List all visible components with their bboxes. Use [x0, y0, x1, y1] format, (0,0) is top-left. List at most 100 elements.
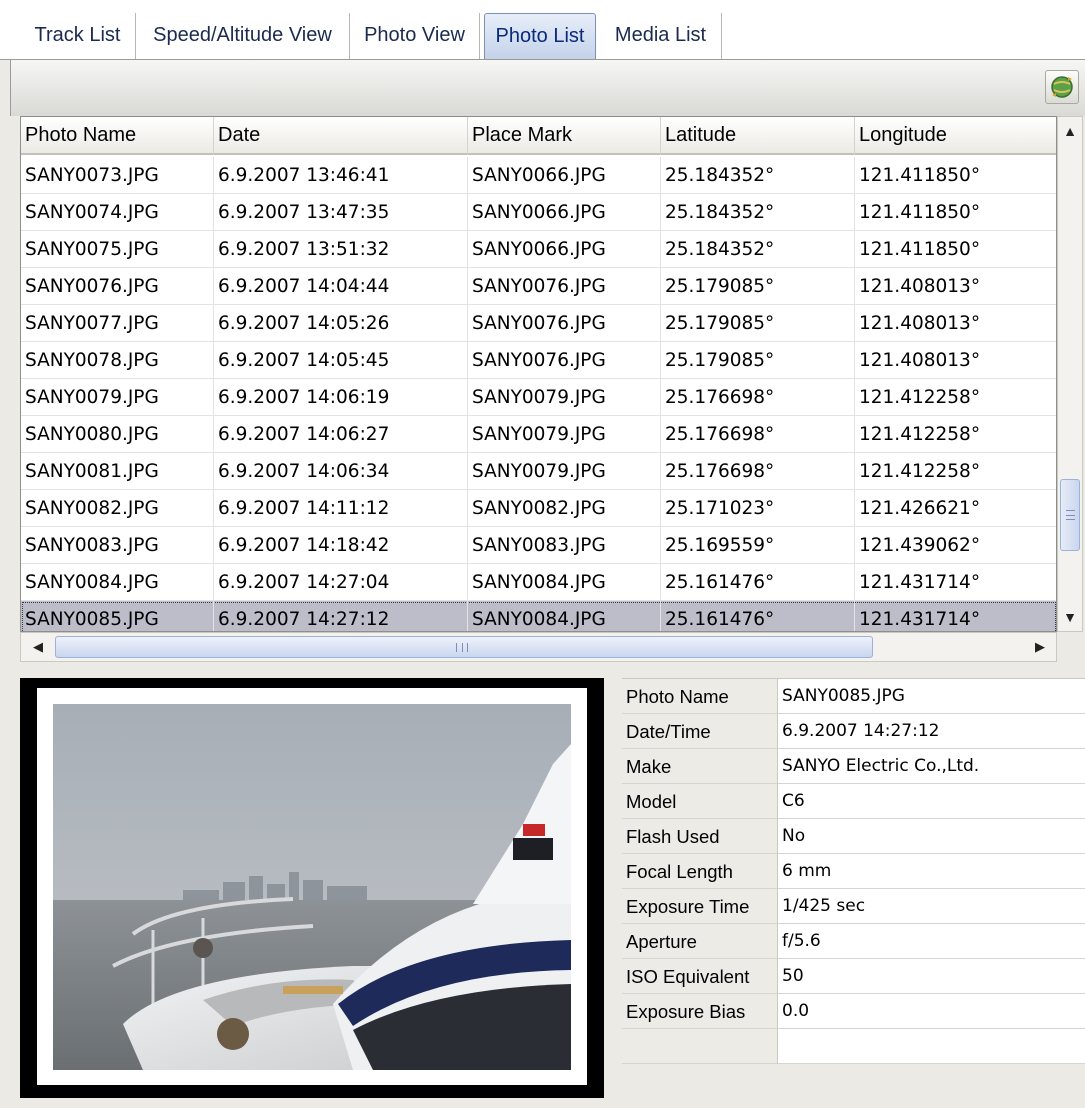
cell-date: 6.9.2007 13:46:41 [214, 157, 468, 194]
table-row[interactable]: SANY0082.JPG 6.9.2007 14:11:12 SANY0082.JP… [21, 490, 1056, 527]
cell-place-mark: SANY0076.JPG [468, 268, 661, 305]
column-header-longitude[interactable]: Longitude [855, 117, 1056, 155]
table-header: Photo Name Date Place Mark Latitude Long… [21, 117, 1056, 155]
table-row[interactable]: SANY0079.JPG 6.9.2007 14:06:19 SANY0079.JP… [21, 379, 1056, 416]
photo-thumbnail [53, 704, 571, 1070]
column-header-photo-name[interactable]: Photo Name [21, 117, 214, 155]
detail-label [622, 1029, 778, 1064]
column-header-latitude[interactable]: Latitude [661, 117, 855, 155]
table-row[interactable]: SANY0075.JPG 6.9.2007 13:51:32 SANY0066.JP… [21, 231, 1056, 268]
detail-row: ISO Equivalent 50 [622, 959, 1085, 994]
column-header-place-mark[interactable]: Place Mark [468, 117, 661, 155]
scroll-left-icon[interactable]: ◀ [25, 635, 51, 659]
detail-label: Model [622, 784, 778, 819]
cell-place-mark: SANY0066.JPG [468, 231, 661, 268]
cell-longitude: 121.408013° [855, 268, 1056, 305]
vertical-scrollbar[interactable]: ▲ ▼ [1057, 116, 1083, 632]
tab-media-list[interactable]: Media List [600, 13, 722, 59]
detail-label: Flash Used [622, 819, 778, 854]
detail-value: SANYO Electric Co.,Ltd. [778, 749, 1085, 784]
horizontal-scroll-thumb[interactable] [55, 636, 873, 658]
detail-row: Date/Time 6.9.2007 14:27:12 [622, 714, 1085, 749]
cell-photo-name: SANY0075.JPG [21, 231, 214, 268]
table-row[interactable]: SANY0077.JPG 6.9.2007 14:05:26 SANY0076.JP… [21, 305, 1056, 342]
cell-longitude: 121.439062° [855, 527, 1056, 564]
globe-refresh-icon [1051, 76, 1073, 98]
cell-latitude: 25.179085° [661, 342, 855, 379]
detail-value: C6 [778, 784, 1085, 819]
table-row[interactable]: SANY0078.JPG 6.9.2007 14:05:45 SANY0076.JP… [21, 342, 1056, 379]
table-row[interactable]: SANY0076.JPG 6.9.2007 14:04:44 SANY0076.JP… [21, 268, 1056, 305]
detail-value [778, 1029, 1085, 1064]
detail-label: Photo Name [622, 679, 778, 714]
cell-photo-name: SANY0084.JPG [21, 564, 214, 601]
tab-speed-altitude-view[interactable]: Speed/Altitude View [136, 13, 350, 59]
cell-longitude: 121.412258° [855, 453, 1056, 490]
table-row[interactable]: SANY0084.JPG 6.9.2007 14:27:04 SANY0084.JP… [21, 564, 1056, 601]
cell-place-mark: SANY0079.JPG [468, 379, 661, 416]
cell-place-mark: SANY0066.JPG [468, 194, 661, 231]
detail-row: Exposure Time 1/425 sec [622, 889, 1085, 924]
table-row[interactable]: SANY0074.JPG 6.9.2007 13:47:35 SANY0066.JP… [21, 194, 1056, 231]
detail-row: Flash Used No [622, 819, 1085, 854]
cell-place-mark: SANY0079.JPG [468, 453, 661, 490]
tab-photo-view[interactable]: Photo View [350, 13, 480, 59]
cell-date: 6.9.2007 13:51:32 [214, 231, 468, 268]
cell-longitude: 121.412258° [855, 416, 1056, 453]
detail-value: 0.0 [778, 994, 1085, 1029]
cell-date: 6.9.2007 14:06:19 [214, 379, 468, 416]
toolbar [10, 60, 1085, 116]
cell-date: 6.9.2007 14:06:34 [214, 453, 468, 490]
cell-longitude: 121.426621° [855, 490, 1056, 527]
cell-latitude: 25.176698° [661, 453, 855, 490]
detail-value: 6 mm [778, 854, 1085, 889]
cell-photo-name: SANY0081.JPG [21, 453, 214, 490]
detail-value: SANY0085.JPG [778, 679, 1085, 714]
cell-latitude: 25.179085° [661, 268, 855, 305]
detail-value: No [778, 819, 1085, 854]
cell-latitude: 25.161476° [661, 564, 855, 601]
detail-row [622, 1029, 1085, 1064]
cell-longitude: 121.431714° [855, 601, 1056, 631]
cell-date: 6.9.2007 13:47:35 [214, 194, 468, 231]
scroll-up-icon[interactable]: ▲ [1058, 119, 1082, 143]
scroll-down-icon[interactable]: ▼ [1058, 605, 1082, 629]
detail-row: Focal Length 6 mm [622, 854, 1085, 889]
cell-photo-name: SANY0079.JPG [21, 379, 214, 416]
table-row[interactable]: SANY0080.JPG 6.9.2007 14:06:27 SANY0079.JP… [21, 416, 1056, 453]
cell-longitude: 121.431714° [855, 564, 1056, 601]
cell-latitude: 25.176698° [661, 379, 855, 416]
table-row[interactable]: SANY0085.JPG 6.9.2007 14:27:12 SANY0084.JP… [21, 601, 1056, 631]
cell-longitude: 121.411850° [855, 231, 1056, 268]
detail-value: 1/425 sec [778, 889, 1085, 924]
scroll-right-icon[interactable]: ▶ [1027, 635, 1053, 659]
cell-place-mark: SANY0084.JPG [468, 601, 661, 631]
column-header-date[interactable]: Date [214, 117, 468, 155]
detail-label: Exposure Time [622, 889, 778, 924]
cell-latitude: 25.169559° [661, 527, 855, 564]
cell-longitude: 121.411850° [855, 194, 1056, 231]
photo-details-table: Photo Name SANY0085.JPG Date/Time 6.9.2007 … [622, 678, 1085, 1064]
cell-photo-name: SANY0085.JPG [21, 601, 214, 631]
cell-longitude: 121.411850° [855, 157, 1056, 194]
detail-row: Make SANYO Electric Co.,Ltd. [622, 749, 1085, 784]
table-row[interactable]: SANY0081.JPG 6.9.2007 14:06:34 SANY0079.JP… [21, 453, 1056, 490]
cell-place-mark: SANY0079.JPG [468, 416, 661, 453]
cell-photo-name: SANY0073.JPG [21, 157, 214, 194]
horizontal-scrollbar[interactable]: ◀ ▶ [20, 632, 1057, 662]
cell-latitude: 25.184352° [661, 231, 855, 268]
photo-list-table: Photo Name Date Place Mark Latitude Long… [20, 116, 1057, 632]
vertical-scroll-thumb[interactable] [1060, 479, 1080, 551]
refresh-button[interactable] [1045, 70, 1079, 104]
detail-label: Focal Length [622, 854, 778, 889]
photo-preview [20, 678, 604, 1098]
cell-photo-name: SANY0076.JPG [21, 268, 214, 305]
tab-photo-list[interactable]: Photo List [484, 13, 596, 59]
cell-latitude: 25.184352° [661, 194, 855, 231]
detail-label: Make [622, 749, 778, 784]
tab-track-list[interactable]: Track List [20, 13, 136, 59]
detail-row: Photo Name SANY0085.JPG [622, 679, 1085, 714]
tab-strip: Track List Speed/Altitude View Photo Vie… [0, 0, 1085, 60]
table-row[interactable]: SANY0083.JPG 6.9.2007 14:18:42 SANY0083.JP… [21, 527, 1056, 564]
table-row[interactable]: SANY0073.JPG 6.9.2007 13:46:41 SANY0066.JP… [21, 157, 1056, 194]
